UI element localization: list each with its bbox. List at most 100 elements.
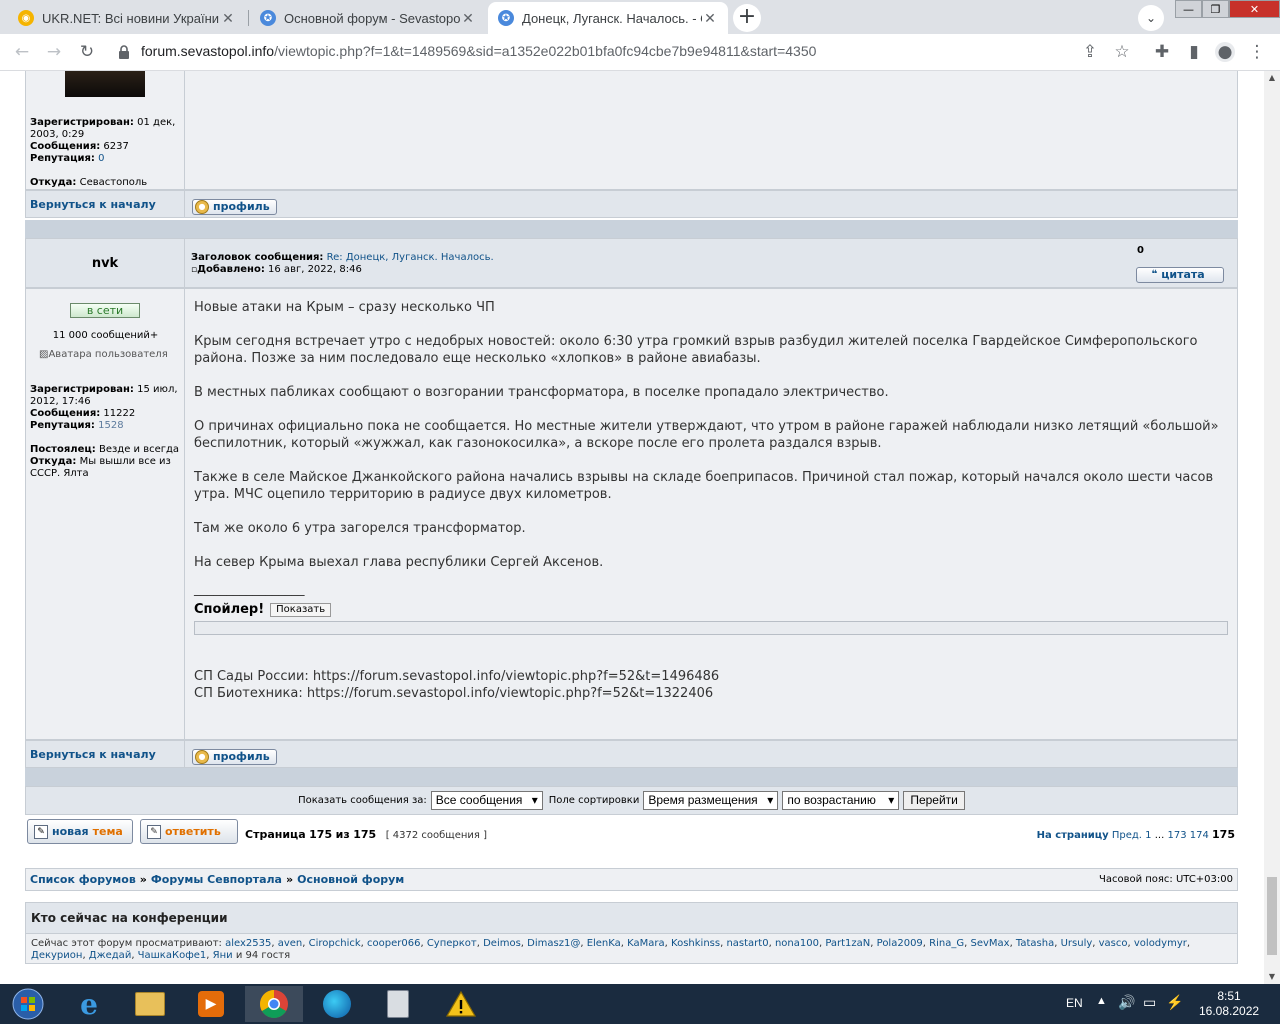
page-scrollbar[interactable]: ▲ ▼	[1264, 71, 1280, 984]
profile-button[interactable]: ● профиль	[192, 748, 277, 765]
page-173-link[interactable]: 173	[1167, 830, 1186, 841]
reload-icon[interactable]: ↻	[77, 42, 97, 62]
online-user-link[interactable]: KaMara	[627, 938, 665, 949]
online-user-link[interactable]: Ciropchick	[309, 938, 361, 949]
profile-avatar-icon[interactable]: ●	[1215, 42, 1235, 62]
profile-button[interactable]: ● профиль	[192, 198, 277, 215]
online-user-link[interactable]: Суперкот	[427, 938, 477, 949]
online-user-link[interactable]: Part1zaN	[825, 938, 870, 949]
online-user-link[interactable]: Декурион	[31, 950, 82, 961]
bookmark-star-icon[interactable]: ☆	[1112, 42, 1132, 62]
online-user-link[interactable]: nastart0	[726, 938, 768, 949]
online-user-link[interactable]: Pola2009	[877, 938, 923, 949]
back-icon[interactable]: ←	[12, 42, 32, 62]
tray-expand-icon[interactable]: ▲	[1096, 995, 1107, 1007]
forward-icon[interactable]: →	[44, 42, 64, 62]
new-tab-button[interactable]: +	[733, 4, 761, 32]
address-bar[interactable]: forum.sevastopol.info/viewtopic.php?f=1&…	[141, 43, 816, 59]
sort-order-select[interactable]: по возрастанию	[782, 791, 900, 810]
show-period-select[interactable]: Все сообщения	[430, 791, 543, 810]
start-button[interactable]	[0, 986, 56, 1022]
windows-start-icon	[12, 988, 44, 1020]
online-user-link[interactable]: ElenKa	[587, 938, 621, 949]
prev-page-link[interactable]: Пред.	[1112, 830, 1142, 841]
online-user-link[interactable]: Tatasha	[1016, 938, 1054, 949]
menu-kebab-icon[interactable]: ⋮	[1247, 42, 1267, 62]
minimize-button[interactable]: —	[1175, 0, 1202, 18]
spoiler-box	[194, 621, 1228, 635]
taskbar-calculator[interactable]	[369, 986, 427, 1022]
signature-link-2[interactable]: СП Биотехника: https://forum.sevastopol.…	[194, 685, 713, 702]
input-language[interactable]: EN	[1066, 996, 1083, 1010]
online-user-link[interactable]: alex2535	[225, 938, 271, 949]
page-viewport: Зарегистрирован: 01 дек, 2003, 0:29 Сооб…	[0, 71, 1264, 984]
online-user-link[interactable]: Deimos	[483, 938, 521, 949]
taskbar-edge[interactable]	[308, 986, 366, 1022]
extensions-icon[interactable]: ✚	[1152, 42, 1172, 62]
post-separator	[25, 768, 1238, 786]
post-author-name[interactable]: nvk	[92, 256, 118, 271]
taskbar-ie[interactable]: e	[60, 986, 118, 1022]
tab-donetsk-topic[interactable]: ✪ Донецк, Луганск. Началось. - Ст ✕	[488, 2, 728, 34]
page-1-link[interactable]: 1	[1145, 830, 1151, 841]
close-tab-icon[interactable]: ✕	[220, 10, 236, 27]
to-page-link[interactable]: На страницу	[1037, 830, 1109, 841]
sort-field-select[interactable]: Время размещения	[643, 791, 779, 810]
breadcrumb-sevportal[interactable]: Форумы Севпортала	[151, 873, 282, 886]
online-user-link[interactable]: Яни	[213, 950, 233, 961]
scroll-down-icon[interactable]: ▼	[1264, 970, 1280, 984]
lock-icon[interactable]	[118, 45, 130, 59]
taskbar-chrome[interactable]	[245, 986, 303, 1022]
profile-icon: ●	[195, 749, 209, 764]
online-user-link[interactable]: SevMax	[970, 938, 1009, 949]
calculator-icon	[387, 990, 409, 1018]
spoiler-show-button[interactable]: Показать	[270, 602, 332, 617]
online-user-link[interactable]: Rina_G	[929, 938, 964, 949]
go-button[interactable]: Перейти	[903, 791, 965, 810]
taskbar-warning-app[interactable]	[432, 986, 490, 1022]
clock[interactable]: 8:51 16.08.2022	[1199, 989, 1259, 1019]
taskbar-media[interactable]: ▶	[182, 986, 240, 1022]
share-icon[interactable]: ⇪	[1080, 42, 1100, 62]
taskbar-explorer[interactable]	[121, 986, 179, 1022]
online-user-link[interactable]: vasco	[1099, 938, 1128, 949]
online-user-link[interactable]: Джедай	[89, 950, 132, 961]
online-user-link[interactable]: Dimasz1@	[527, 938, 580, 949]
back-to-top-link[interactable]: Вернуться к началу	[30, 748, 156, 761]
online-user-link[interactable]: nona100	[775, 938, 819, 949]
signature-link-1[interactable]: СП Сады России: https://forum.sevastopol…	[194, 668, 719, 685]
profile-icon: ●	[195, 199, 209, 214]
close-tab-icon[interactable]: ✕	[702, 10, 718, 27]
power-icon[interactable]: ⚡	[1166, 994, 1183, 1011]
page-174-link[interactable]: 174	[1190, 830, 1209, 841]
scroll-thumb[interactable]	[1267, 877, 1277, 955]
tab-search-icon[interactable]: ⌄	[1138, 5, 1164, 31]
online-user-link[interactable]: volodymyr	[1134, 938, 1187, 949]
user-rank: 11 000 сообщений+	[52, 330, 159, 341]
new-topic-button[interactable]: ✎ новая тема	[27, 819, 133, 844]
tab-ukrnet[interactable]: ◉ UKR.NET: Всі новини України, ос ✕	[8, 2, 246, 34]
online-user-link[interactable]: Ursuly	[1061, 938, 1093, 949]
online-user-link[interactable]: aven	[278, 938, 303, 949]
maximize-button[interactable]: ❐	[1202, 0, 1229, 18]
network-icon[interactable]: ▭	[1143, 994, 1156, 1011]
scroll-up-icon[interactable]: ▲	[1264, 71, 1280, 85]
page-nav: На страницу Пред. 1 ... 173 174 175	[1036, 828, 1235, 841]
volume-icon[interactable]: 🔊	[1118, 994, 1135, 1011]
reply-button[interactable]: ✎ ответить	[140, 819, 238, 844]
author-stats: Зарегистрирован: 15 июл, 2012, 17:46 Соо…	[30, 384, 180, 479]
breadcrumb-main-forum[interactable]: Основной форум	[297, 873, 404, 886]
online-user-link[interactable]: ЧашкаКофе1	[138, 950, 207, 961]
online-user-link[interactable]: Koshkinss	[671, 938, 720, 949]
back-to-top-link[interactable]: Вернуться к началу	[30, 198, 156, 211]
quote-button[interactable]: ❝ цитата	[1136, 266, 1224, 283]
tab-main-forum[interactable]: ✪ Основной форум - Sevastopol.in ✕	[250, 2, 486, 34]
breadcrumb-forum-list[interactable]: Список форумов	[30, 873, 136, 886]
close-tab-icon[interactable]: ✕	[460, 10, 476, 27]
post-header: nvk Заголовок сообщения: Re: Донецк, Луг…	[25, 238, 1238, 288]
close-window-button[interactable]: ✕	[1229, 0, 1280, 18]
online-users: Сейчас этот форум просматривают: alex253…	[26, 934, 1237, 963]
side-panel-icon[interactable]: ▮	[1184, 42, 1204, 62]
online-user-link[interactable]: cooper066	[367, 938, 420, 949]
screen: ◉ UKR.NET: Всі новини України, ос ✕ ✪ Ос…	[0, 0, 1280, 1024]
